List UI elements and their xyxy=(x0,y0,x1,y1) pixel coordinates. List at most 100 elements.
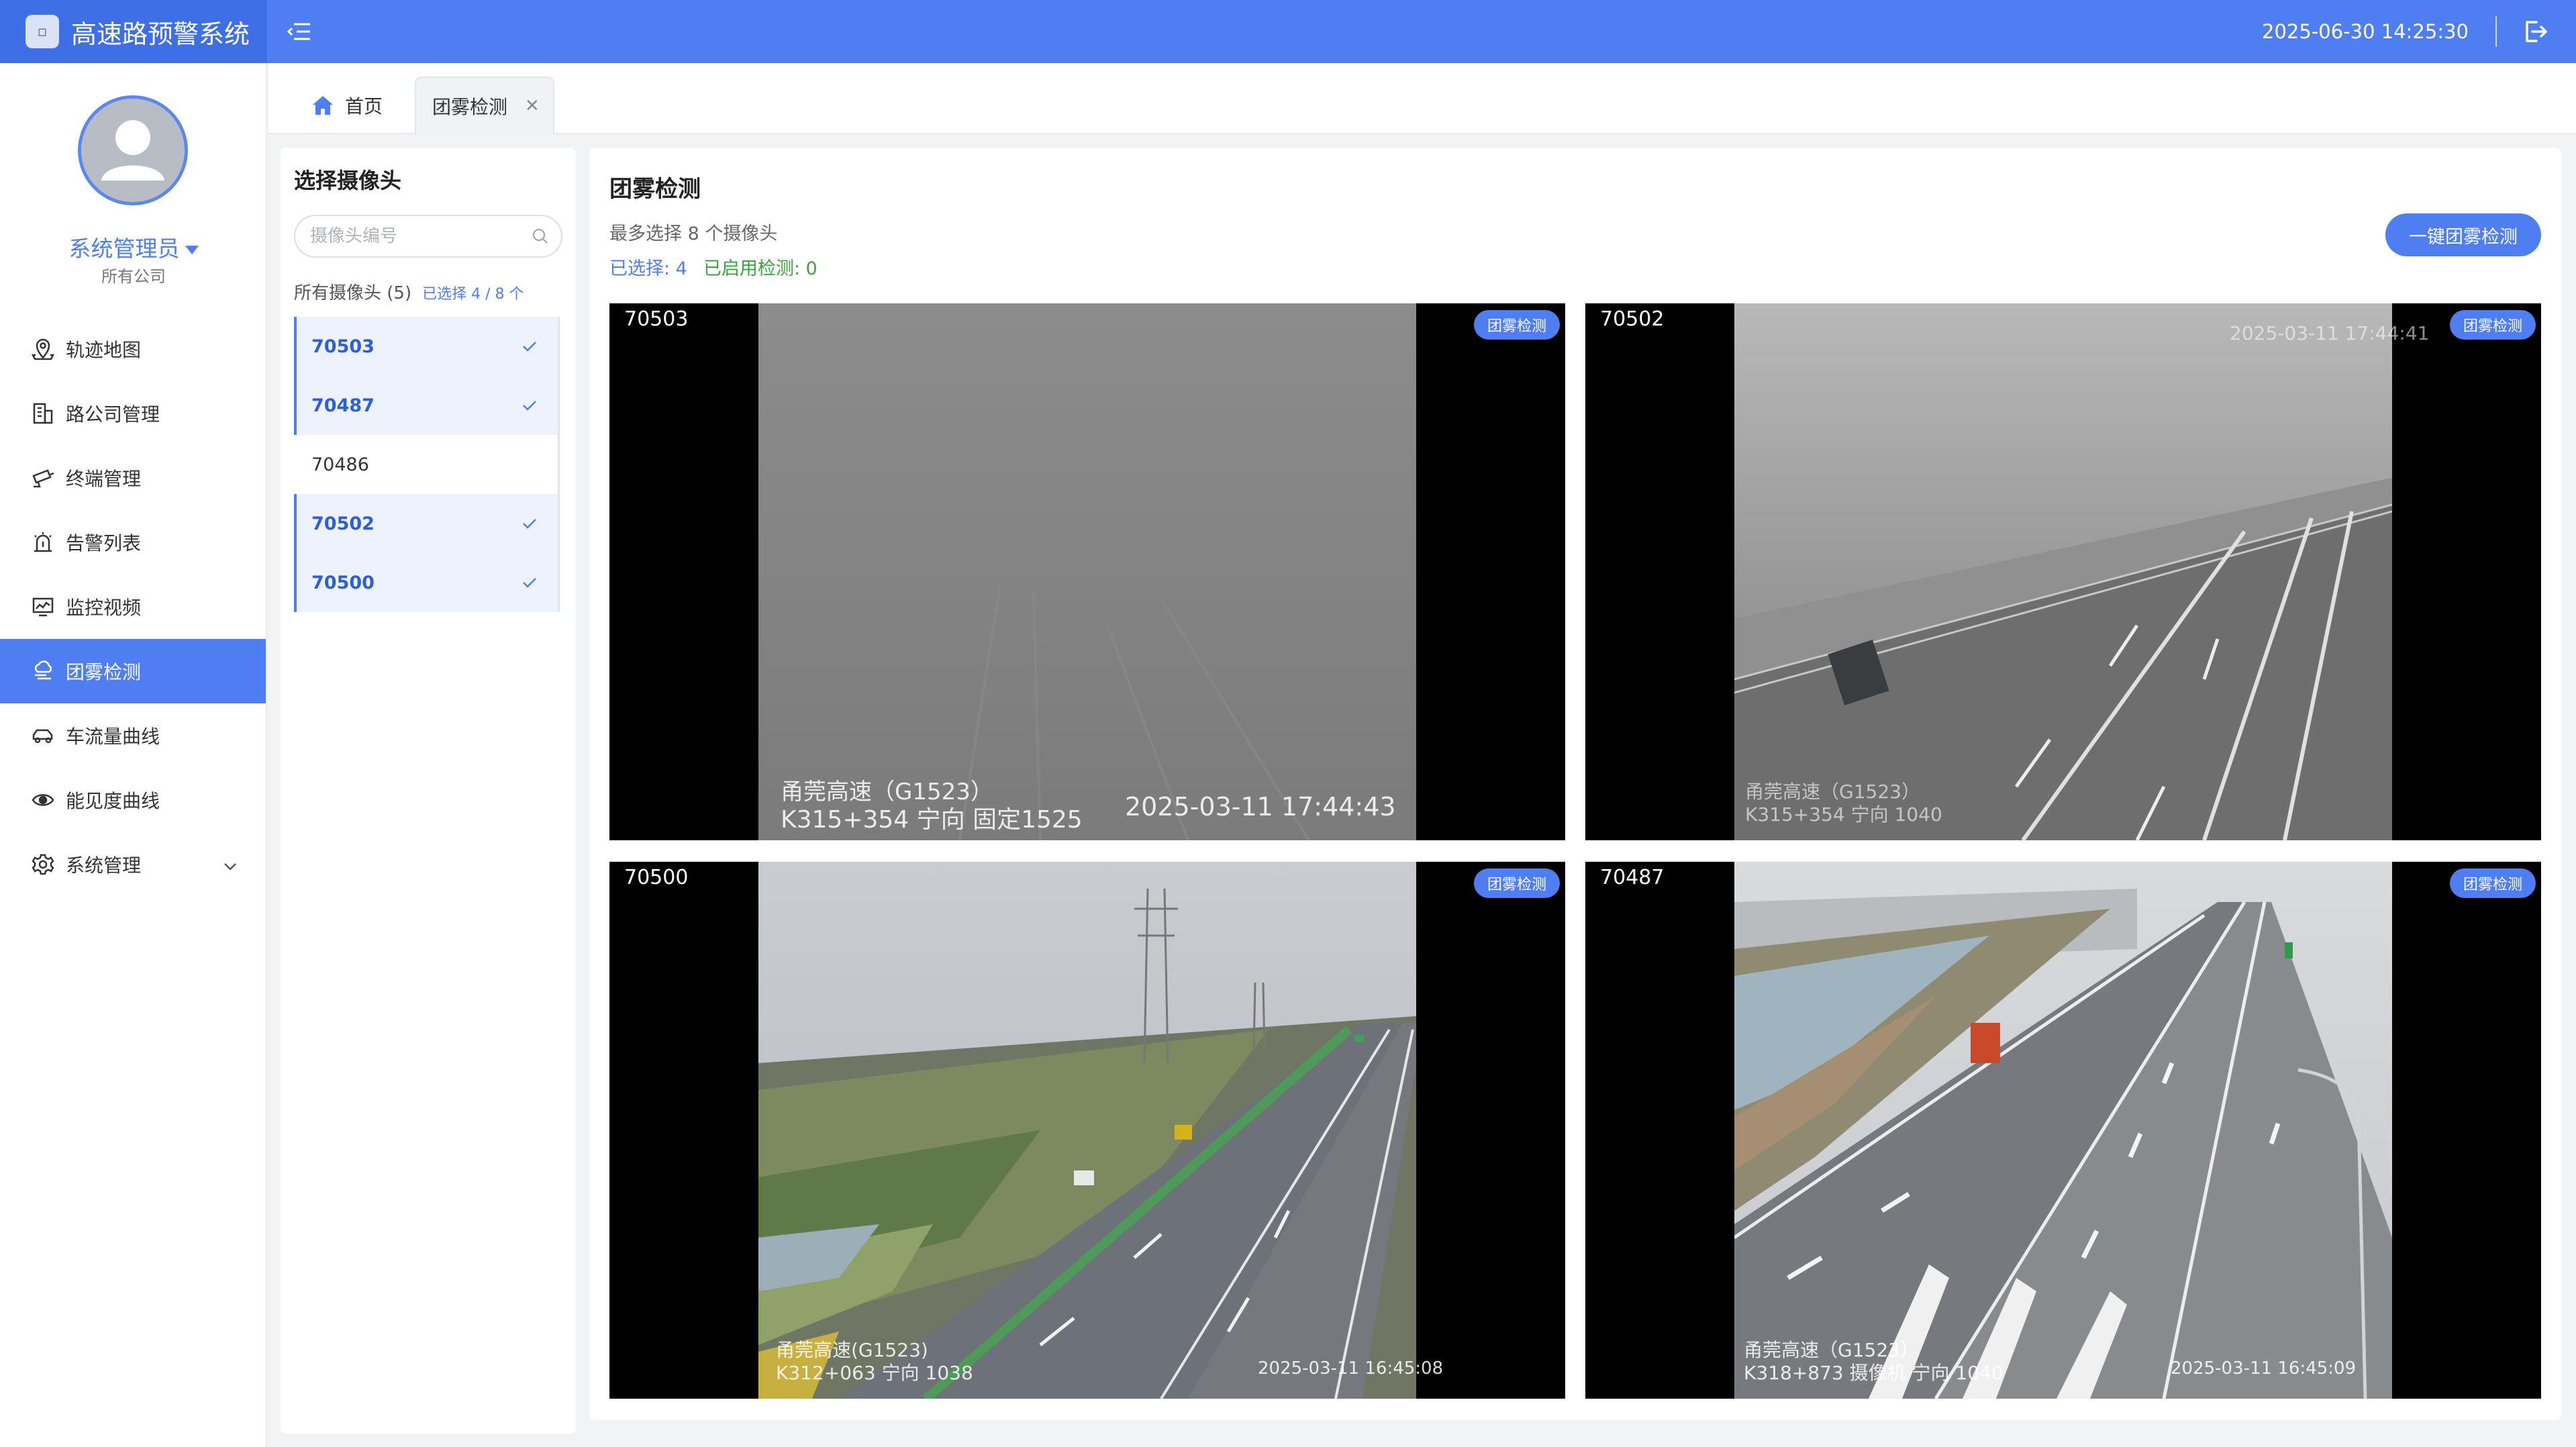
tab-home[interactable]: 首页 xyxy=(311,77,383,134)
chevron-down-icon xyxy=(223,854,238,876)
video-tile[interactable]: 甬莞高速（G1523） K318+873 摄像机 宁向 1040 2025-03… xyxy=(1585,862,2541,1399)
nav-item-alarm-list[interactable]: 告警列表 xyxy=(0,510,266,575)
avatar[interactable] xyxy=(78,95,188,205)
sidebar: 系统管理员 所有公司 轨迹地图 路公司管理 终端管理 告警列表 监控视频 团雾检… xyxy=(0,63,267,1447)
nav-item-fog-detection[interactable]: 团雾检测 xyxy=(0,639,266,703)
camera-list-item[interactable]: 70503 xyxy=(294,317,558,376)
video-osd-location: K312+063 宁向 1038 xyxy=(776,1362,973,1384)
enabled-stat: 已启用检测: 0 xyxy=(703,258,818,279)
camera-id: 70500 xyxy=(311,572,375,593)
video-osd-location: K315+354 宁向 固定1525 xyxy=(781,806,1083,834)
page-subtitle: 最多选择 8 个摄像头 xyxy=(609,223,778,244)
search-icon[interactable] xyxy=(532,228,549,245)
building-icon xyxy=(30,400,56,427)
nav-label: 系统管理 xyxy=(66,854,142,877)
tab-fog-detection[interactable]: 团雾检测 ✕ xyxy=(415,77,554,134)
video-frame xyxy=(1734,303,2392,840)
check-icon xyxy=(522,336,538,357)
nav-label: 告警列表 xyxy=(66,532,142,554)
video-osd-time: 2025-03-11 16:45:09 xyxy=(2171,1358,2357,1379)
home-icon xyxy=(311,95,334,116)
camera-summary: 所有摄像头 (5) 已选择 4 / 8 个 xyxy=(294,279,524,304)
map-pin-icon xyxy=(30,336,56,362)
camera-list: 70503 70487 70486 70502 70500 xyxy=(294,317,560,612)
camera-id: 70502 xyxy=(311,513,375,534)
tab-bar: 首页 团雾检测 ✕ xyxy=(268,63,2576,134)
video-camera-id: 70502 xyxy=(1591,306,1674,332)
nav-item-terminal[interactable]: 终端管理 xyxy=(0,446,266,510)
video-frame xyxy=(1734,862,2392,1399)
video-tile[interactable]: 2025-03-11 17:44:41 甬莞高速（G1523） K315+354… xyxy=(1585,303,2541,840)
camera-id: 70487 xyxy=(311,395,375,416)
nav-label: 路公司管理 xyxy=(66,403,160,426)
camera-list-item[interactable]: 70486 xyxy=(294,435,558,494)
app-title: 高速路预警系统 xyxy=(71,19,250,49)
camera-id: 70486 xyxy=(311,454,369,475)
detect-all-button[interactable]: 一键团雾检测 xyxy=(2385,213,2541,256)
side-nav: 轨迹地图 路公司管理 终端管理 告警列表 监控视频 团雾检测 车流量曲线 能见度… xyxy=(0,317,266,897)
user-name: 系统管理员 xyxy=(68,236,180,262)
video-osd-time: 2025-03-11 17:44:41 xyxy=(2230,322,2430,344)
camera-select-panel: 选择摄像头 所有摄像头 (5) 已选择 4 / 8 个 70503 70487 7… xyxy=(281,148,576,1434)
top-bar: ▫ 高速路预警系统 2025-06-30 14:25:30 xyxy=(0,0,2576,63)
nav-item-monitor-video[interactable]: 监控视频 xyxy=(0,575,266,639)
tab-label: 团雾检测 xyxy=(432,96,508,118)
video-osd-time: 2025-03-11 17:44:43 xyxy=(1125,792,1396,821)
check-icon xyxy=(522,395,538,416)
logout-icon[interactable] xyxy=(2520,16,2550,47)
nav-item-traffic-curve[interactable]: 车流量曲线 xyxy=(0,703,266,768)
gear-icon xyxy=(30,851,56,878)
video-frame xyxy=(758,303,1416,840)
fog-detect-button[interactable]: 团雾检测 xyxy=(2449,310,2536,340)
car-icon xyxy=(30,722,56,749)
nav-label: 监控视频 xyxy=(66,597,142,619)
camera-list-item[interactable]: 70500 xyxy=(294,553,558,612)
fog-detect-button[interactable]: 团雾检测 xyxy=(1473,868,1560,898)
monitor-chart-icon xyxy=(30,593,56,620)
tab-label: 首页 xyxy=(345,95,383,117)
close-icon[interactable]: ✕ xyxy=(525,96,540,116)
nav-item-track-map[interactable]: 轨迹地图 xyxy=(0,317,266,381)
video-tile[interactable]: 甬莞高速（G1523） K315+354 宁向 固定1525 2025-03-1… xyxy=(609,303,1565,840)
video-osd-location: K318+873 摄像机 宁向 1040 xyxy=(1744,1362,2003,1384)
eye-icon xyxy=(30,787,56,813)
video-osd-time: 2025-03-11 16:45:08 xyxy=(1258,1358,1444,1379)
current-datetime: 2025-06-30 14:25:30 xyxy=(2262,20,2469,43)
user-company: 所有公司 xyxy=(101,267,166,286)
alarm-icon xyxy=(30,529,56,556)
nav-label: 轨迹地图 xyxy=(66,339,142,361)
camera-search-input[interactable] xyxy=(310,226,532,246)
selected-count: 已选择 4 / 8 个 xyxy=(422,286,524,303)
fog-detection-main: 团雾检测 最多选择 8 个摄像头 已选择: 4 已启用检测: 0 一键团雾检测 甬… xyxy=(589,148,2561,1420)
camera-id: 70503 xyxy=(311,336,375,357)
fog-detect-button[interactable]: 团雾检测 xyxy=(1473,310,1560,340)
cloud-fog-icon xyxy=(30,658,56,685)
camera-list-item[interactable]: 70487 xyxy=(294,376,558,435)
nav-label: 团雾检测 xyxy=(66,661,142,683)
brand: ▫ 高速路预警系统 xyxy=(0,0,267,63)
logo-icon: ▫ xyxy=(26,15,59,48)
all-cameras-label: 所有摄像头 (5) xyxy=(294,283,412,303)
page-title: 团雾检测 xyxy=(609,176,701,203)
selected-stat: 已选择: 4 xyxy=(609,258,687,279)
user-menu[interactable]: 系统管理员 xyxy=(0,231,267,263)
fog-detect-button[interactable]: 团雾检测 xyxy=(2449,868,2536,898)
video-frame xyxy=(758,862,1416,1399)
video-camera-id: 70500 xyxy=(615,864,698,891)
check-icon xyxy=(522,572,538,593)
camera-terminal-icon xyxy=(30,464,56,491)
camera-list-item[interactable]: 70502 xyxy=(294,494,558,553)
video-camera-id: 70503 xyxy=(615,306,698,332)
nav-item-system-settings[interactable]: 系统管理 xyxy=(0,832,266,897)
nav-item-road-company[interactable]: 路公司管理 xyxy=(0,381,266,446)
caret-down-icon xyxy=(185,246,199,254)
nav-label: 车流量曲线 xyxy=(66,726,160,748)
panel-title: 选择摄像头 xyxy=(294,168,402,193)
nav-label: 终端管理 xyxy=(66,468,142,490)
menu-fold-icon[interactable] xyxy=(285,17,314,46)
check-icon xyxy=(522,513,538,534)
video-tile[interactable]: 甬莞高速(G1523) K312+063 宁向 1038 2025-03-11 … xyxy=(609,862,1565,1399)
nav-label: 能见度曲线 xyxy=(66,790,160,812)
detection-stats: 已选择: 4 已启用检测: 0 xyxy=(609,254,818,280)
nav-item-visibility-curve[interactable]: 能见度曲线 xyxy=(0,768,266,832)
